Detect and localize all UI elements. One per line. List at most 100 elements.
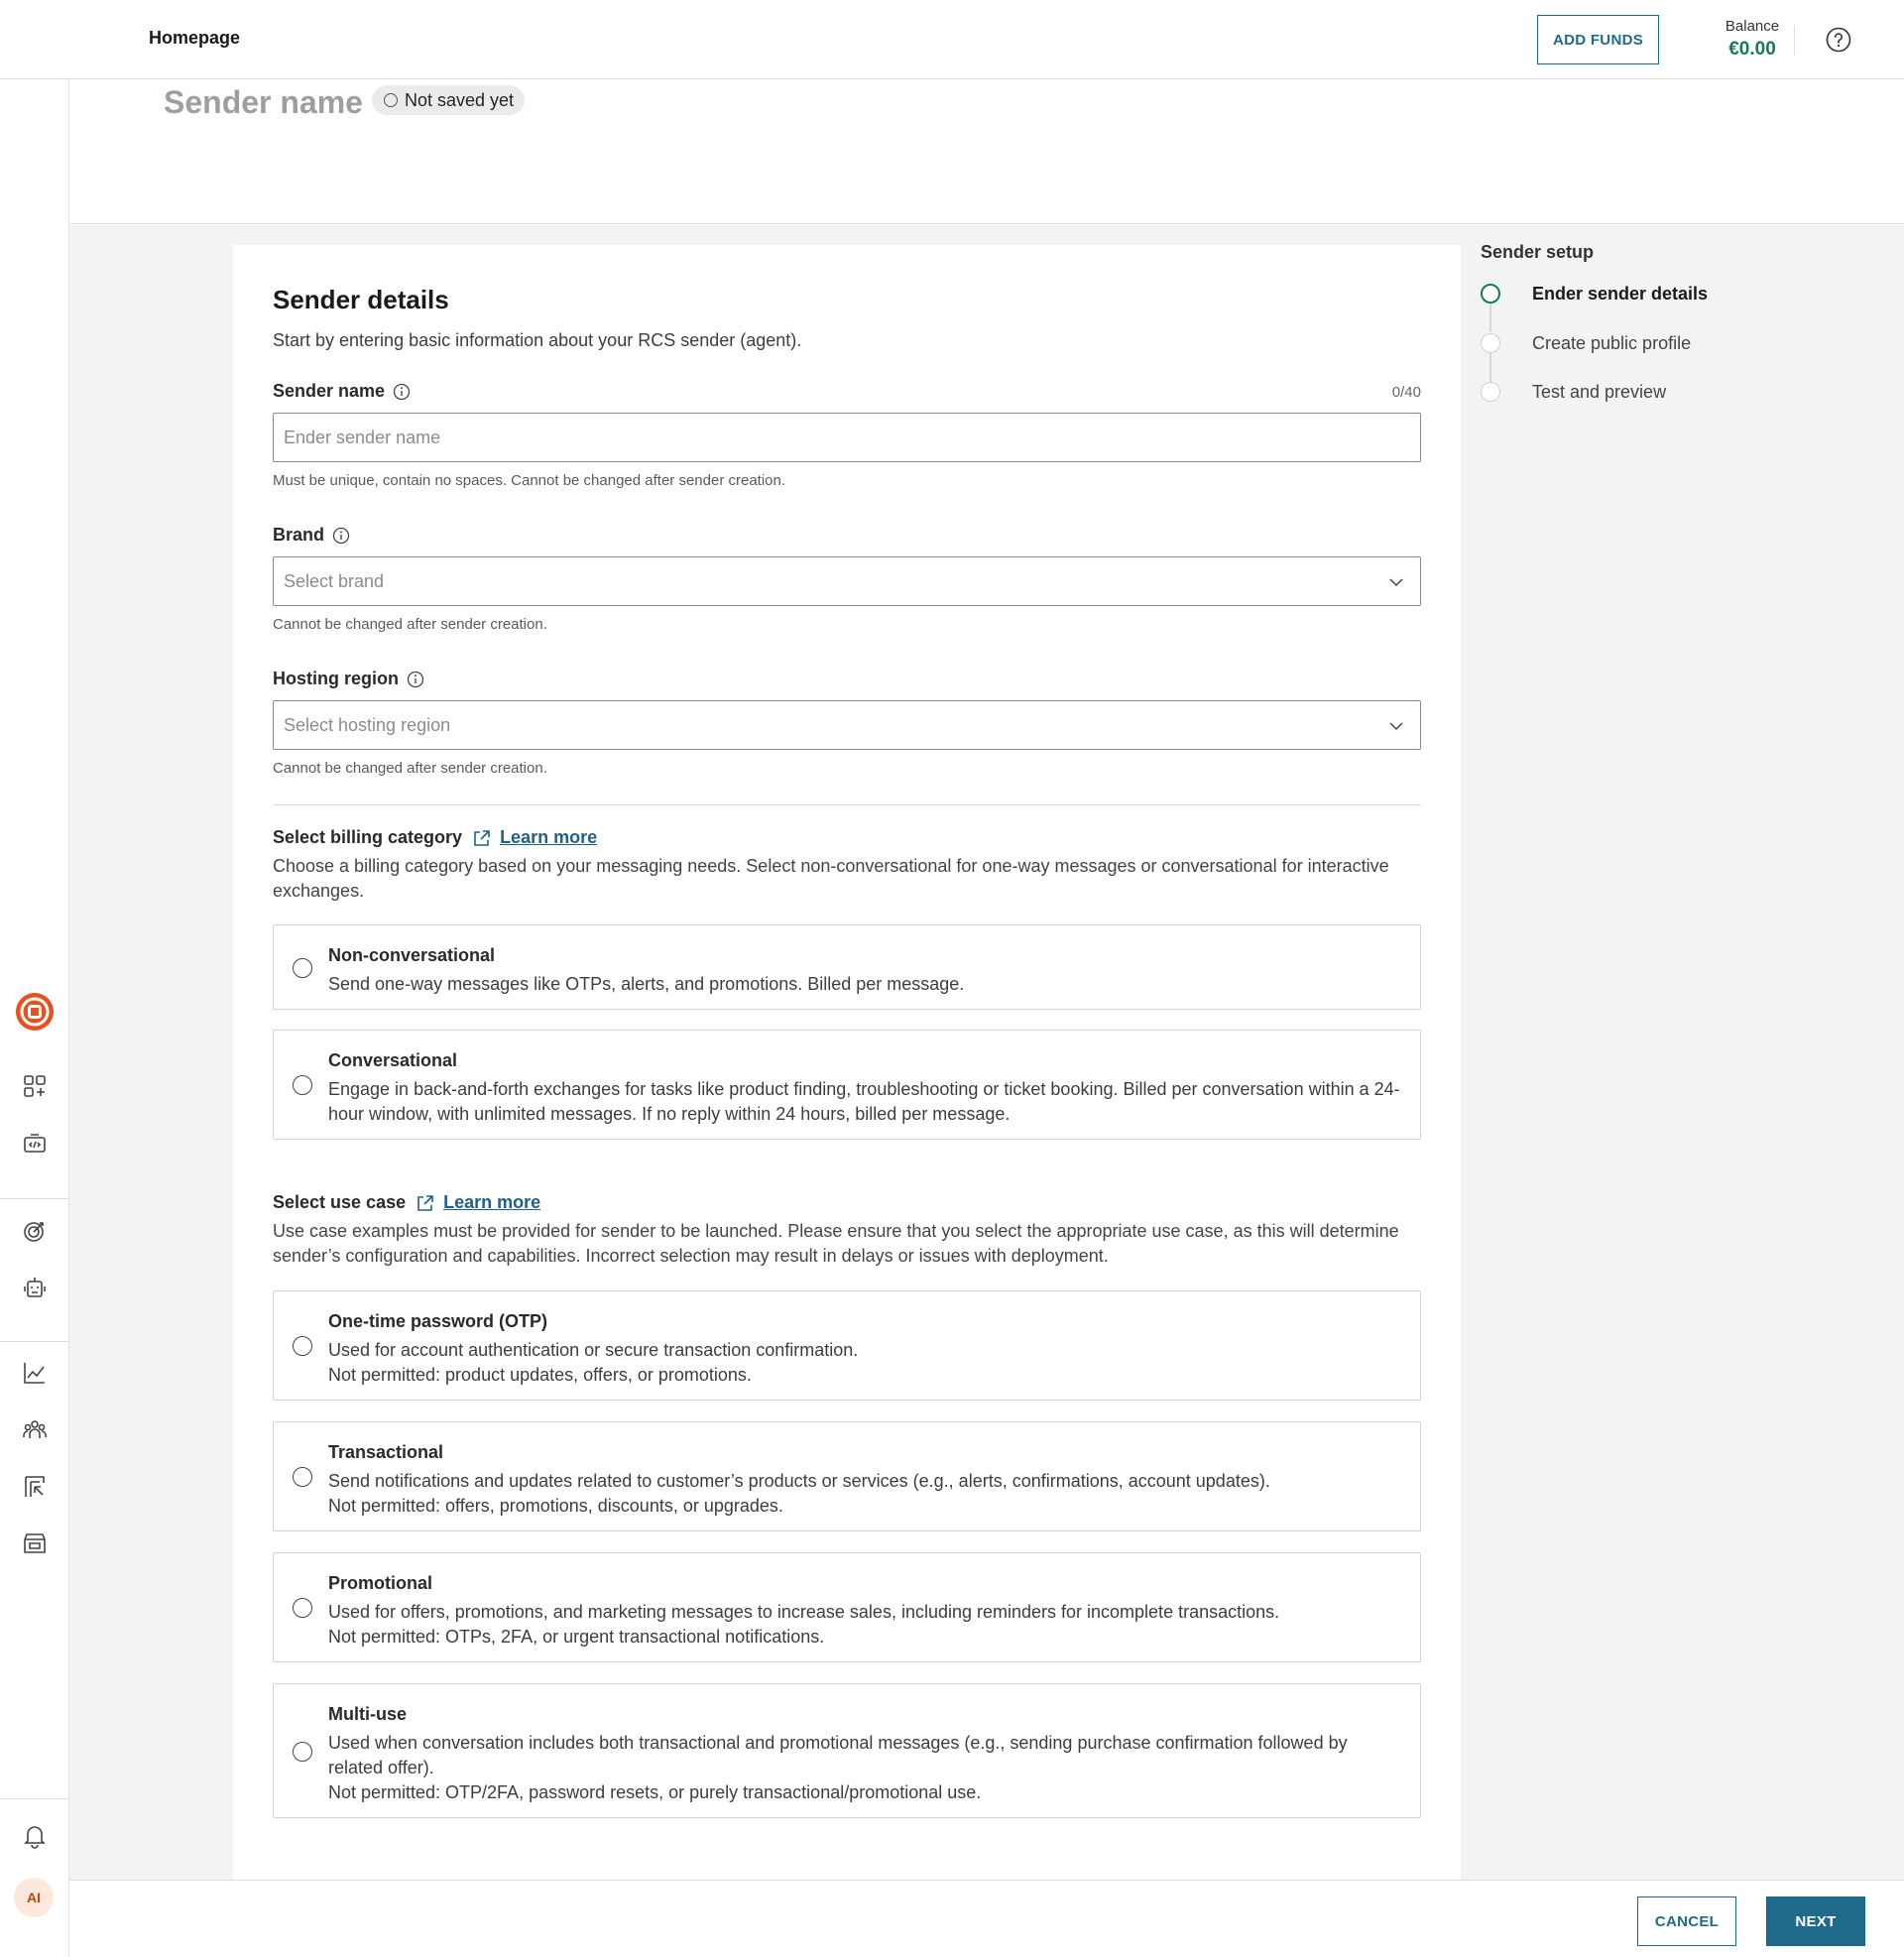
step-enter-sender-details[interactable]: Ender sender details — [1481, 284, 1708, 304]
info-icon[interactable] — [407, 671, 424, 688]
step-label: Create public profile — [1532, 332, 1692, 353]
option-description: Used when conversation includes both tra… — [328, 1731, 1406, 1805]
radio-button[interactable] — [293, 1467, 312, 1487]
brand-label: Brand — [273, 525, 350, 546]
option-description: Engage in back-and-forth exchanges for t… — [328, 1079, 1400, 1124]
sender-details-card: Sender details Start by entering basic i… — [233, 245, 1461, 1880]
use-case-learn-more-text[interactable]: Learn more — [443, 1192, 540, 1213]
developer-code-icon[interactable] — [20, 1129, 50, 1159]
radio-button[interactable] — [293, 958, 312, 978]
cancel-button[interactable]: CANCEL — [1637, 1896, 1736, 1946]
option-title: Promotional — [328, 1573, 433, 1593]
step-circle-icon — [1481, 382, 1500, 402]
add-funds-button[interactable]: ADD FUNDS — [1537, 15, 1659, 64]
header-divider — [1794, 26, 1795, 56]
brand-hint: Cannot be changed after sender creation. — [273, 616, 547, 633]
hosting-region-select[interactable]: Select hosting region — [273, 700, 1421, 750]
radio-button[interactable] — [293, 1742, 312, 1762]
step-test-and-preview[interactable]: Test and preview — [1481, 382, 1666, 402]
option-not-permitted: Not permitted: product updates, offers, … — [328, 1365, 752, 1385]
billing-option-conversational[interactable]: Conversational Engage in back-and-forth … — [273, 1030, 1421, 1140]
use-case-option-transactional[interactable]: Transactional Send notifications and upd… — [273, 1421, 1421, 1531]
info-icon[interactable] — [393, 383, 411, 401]
next-button[interactable]: NEXT — [1766, 1896, 1865, 1946]
billing-category-title-text: Select billing category — [273, 827, 463, 847]
section-divider — [273, 804, 1421, 805]
option-title: Transactional — [328, 1442, 444, 1462]
status-badge-label: Not saved yet — [405, 89, 515, 110]
step-circle-icon — [1481, 284, 1500, 304]
option-description: Used for offers, promotions, and marketi… — [328, 1600, 1406, 1650]
use-case-description: Use case examples must be provided for s… — [273, 1221, 1399, 1266]
brand-label-text: Brand — [273, 525, 325, 545]
brand-select-placeholder: Select brand — [284, 570, 385, 591]
option-description-line: Send notifications and updates related t… — [328, 1471, 1270, 1491]
page-title: Sender name — [164, 84, 363, 120]
billing-option-non-conversational[interactable]: Non-conversational Send one-way messages… — [273, 924, 1421, 1010]
rail-divider — [0, 1341, 68, 1342]
action-footer: CANCEL NEXT — [69, 1880, 1904, 1957]
use-case-option-otp[interactable]: One-time password (OTP) Used for account… — [273, 1290, 1421, 1401]
billing-category-description: Choose a billing category based on your … — [273, 856, 1389, 901]
rail-divider — [0, 1198, 68, 1199]
sender-name-placeholder: Ender sender name — [284, 427, 441, 447]
target-campaigns-icon[interactable] — [20, 1216, 50, 1246]
user-avatar[interactable]: AI — [14, 1878, 54, 1917]
apps-add-icon[interactable] — [20, 1071, 50, 1101]
status-circle-icon — [384, 93, 398, 107]
chevron-down-icon — [1389, 578, 1403, 587]
hosting-region-hint: Cannot be changed after sender creation. — [273, 760, 547, 777]
use-case-option-promotional[interactable]: Promotional Used for offers, promotions,… — [273, 1552, 1421, 1662]
step-circle-icon — [1481, 333, 1500, 353]
left-nav-rail: AI — [0, 79, 69, 1957]
use-case-title: Select use case Learn more — [273, 1192, 540, 1213]
hosting-region-label-text: Hosting region — [273, 669, 399, 688]
billing-category-title: Select billing category Learn more — [273, 827, 597, 848]
setup-stepper: Sender setup Ender sender details Create… — [1481, 242, 1857, 402]
brand-logo-icon[interactable] — [14, 991, 56, 1033]
analytics-icon[interactable] — [20, 1358, 50, 1388]
radio-button[interactable] — [293, 1598, 312, 1618]
step-create-public-profile[interactable]: Create public profile — [1481, 333, 1691, 353]
radio-button[interactable] — [293, 1075, 312, 1095]
hosting-region-label: Hosting region — [273, 669, 424, 689]
status-badge: Not saved yet — [372, 85, 526, 115]
option-description-line: Used for offers, promotions, and marketi… — [328, 1602, 1280, 1622]
option-description: Used for account authentication or secur… — [328, 1338, 1406, 1388]
chevron-down-icon — [1389, 722, 1403, 731]
notifications-bell-icon[interactable] — [20, 1821, 50, 1851]
sender-name-input[interactable]: Ender sender name — [273, 413, 1421, 462]
option-not-permitted: Not permitted: OTPs, 2FA, or urgent tran… — [328, 1627, 825, 1647]
step-label: Ender sender details — [1532, 283, 1709, 304]
stepper-title: Sender setup — [1481, 242, 1595, 262]
info-icon[interactable] — [332, 527, 350, 545]
billing-learn-more-link[interactable]: Learn more — [472, 827, 597, 848]
billing-learn-more-text[interactable]: Learn more — [500, 827, 597, 848]
reports-icon[interactable] — [20, 1472, 50, 1502]
bot-icon[interactable] — [20, 1273, 50, 1302]
store-icon[interactable] — [20, 1529, 50, 1558]
people-icon[interactable] — [20, 1414, 50, 1444]
use-case-title-text: Select use case — [273, 1192, 407, 1212]
option-title: One-time password (OTP) — [328, 1311, 548, 1331]
top-bar: Homepage ADD FUNDS Balance €0.00 — [0, 0, 1904, 79]
section-heading: Sender details — [273, 285, 449, 314]
character-counter: 0/40 — [1391, 384, 1421, 401]
external-link-icon — [417, 1194, 433, 1211]
option-description: Send notifications and updates related t… — [328, 1469, 1406, 1519]
step-label: Test and preview — [1532, 381, 1667, 402]
balance-display: Balance €0.00 — [1718, 18, 1787, 61]
sender-name-label-text: Sender name — [273, 381, 386, 401]
option-description: Send one-way messages like OTPs, alerts,… — [328, 974, 965, 994]
breadcrumb-homepage[interactable]: Homepage — [149, 28, 240, 49]
radio-button[interactable] — [293, 1336, 312, 1356]
option-title: Multi-use — [328, 1704, 407, 1724]
use-case-learn-more-link[interactable]: Learn more — [416, 1192, 540, 1213]
help-icon[interactable] — [1826, 27, 1851, 53]
rail-divider — [0, 1798, 68, 1799]
use-case-option-multi-use[interactable]: Multi-use Used when conversation include… — [273, 1683, 1421, 1818]
option-description-line: Used for account authentication or secur… — [328, 1340, 859, 1360]
sender-name-hint: Must be unique, contain no spaces. Canno… — [273, 472, 786, 489]
brand-select[interactable]: Select brand — [273, 556, 1421, 606]
option-title: Conversational — [328, 1050, 458, 1070]
